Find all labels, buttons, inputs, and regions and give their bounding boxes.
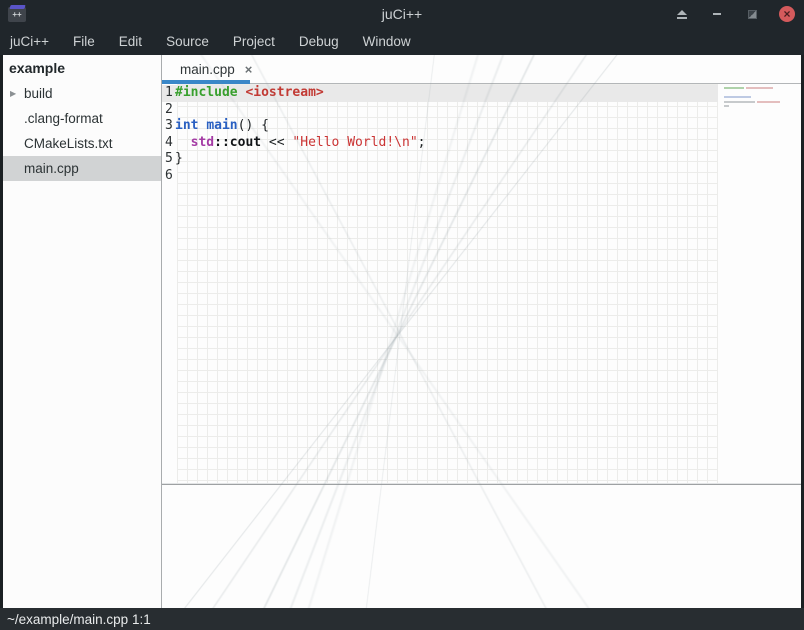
line-number: 1 xyxy=(162,85,175,102)
menu-item-juci[interactable]: juCi++ xyxy=(10,34,49,49)
sidebar: example ▶build .clang-format CMakeLists.tx… xyxy=(3,55,161,608)
menu-item-window[interactable]: Window xyxy=(363,34,411,49)
minimize-icon xyxy=(713,13,721,15)
menu-item-source[interactable]: Source xyxy=(166,34,209,49)
shade-button[interactable] xyxy=(673,5,691,23)
code-line: 4 std::cout << "Hello World!\n"; xyxy=(162,135,718,152)
tree-item-label: .clang-format xyxy=(24,111,103,126)
tab-label: main.cpp xyxy=(180,62,235,77)
line-number: 3 xyxy=(162,118,175,135)
code-token: main xyxy=(206,118,237,135)
tree-item-label: main.cpp xyxy=(24,161,79,176)
tree-item-label: build xyxy=(24,86,53,101)
minimap[interactable] xyxy=(724,87,800,110)
juci-window: ++ juCi++ × juCi++ File Edit Source Project D… xyxy=(0,0,804,630)
status-bar: ~/example/main.cpp 1:1 xyxy=(0,608,804,630)
shade-icon xyxy=(677,10,687,19)
minimap-segment xyxy=(724,101,755,103)
minimize-button[interactable] xyxy=(708,5,726,23)
minimap-segment xyxy=(724,87,744,89)
restore-button[interactable] xyxy=(743,5,761,23)
window-controls: × xyxy=(673,0,796,28)
code-token: () { xyxy=(238,118,269,135)
app-icon-text: ++ xyxy=(12,11,21,19)
title-bar: ++ juCi++ × xyxy=(0,0,804,28)
code-token: int xyxy=(175,118,198,135)
minimap-line xyxy=(724,96,800,98)
line-number: 5 xyxy=(162,151,175,168)
terminal-panel[interactable] xyxy=(162,485,801,608)
line-number: 2 xyxy=(162,102,175,119)
tab-bar: main.cpp × xyxy=(162,55,801,84)
app-icon: ++ xyxy=(8,7,26,22)
code-token: :: xyxy=(214,135,230,152)
line-number: 6 xyxy=(162,168,175,185)
code-token: "Hello World!\n" xyxy=(292,135,417,152)
minimap-line xyxy=(724,92,800,94)
menu-item-file[interactable]: File xyxy=(73,34,95,49)
code-token: <iostream> xyxy=(245,85,323,102)
minimap-segment xyxy=(757,101,780,103)
minimap-line xyxy=(724,105,800,107)
code-token: << xyxy=(261,135,292,152)
tab-close-icon[interactable]: × xyxy=(245,63,253,76)
file-tree: ▶build .clang-format CMakeLists.txt main.cp… xyxy=(3,81,161,181)
menubar: juCi++ File Edit Source Project Debug Window xyxy=(0,28,804,55)
code-token xyxy=(175,135,191,152)
minimap-segment xyxy=(724,105,729,107)
minimap-segment xyxy=(724,96,751,98)
close-icon: × xyxy=(779,6,795,22)
minimap-line xyxy=(724,87,800,89)
close-button[interactable]: × xyxy=(778,5,796,23)
tree-item-build[interactable]: ▶build xyxy=(3,81,161,106)
code-token: std xyxy=(191,135,214,152)
code-line: 2 xyxy=(162,102,718,119)
tree-item-label: CMakeLists.txt xyxy=(24,136,113,151)
code-token: #include xyxy=(175,85,238,102)
editor-column: main.cpp × 1#include <iostream>23int mai… xyxy=(162,55,801,608)
code-line: 3int main() { xyxy=(162,118,718,135)
restore-icon xyxy=(748,10,757,19)
tree-item-CMakeLists-txt[interactable]: CMakeLists.txt xyxy=(3,131,161,156)
code-token xyxy=(238,85,246,102)
menu-item-edit[interactable]: Edit xyxy=(119,34,142,49)
status-file-position: ~/example/main.cpp 1:1 xyxy=(7,612,151,627)
code-line: 6 xyxy=(162,168,718,185)
tree-item-clang-format[interactable]: .clang-format xyxy=(3,106,161,131)
main-area: example ▶build .clang-format CMakeLists.tx… xyxy=(0,55,804,608)
code-token: } xyxy=(175,151,183,168)
code-token: ; xyxy=(418,135,426,152)
tab-main-cpp[interactable]: main.cpp × xyxy=(162,55,264,83)
code-token: cout xyxy=(230,135,261,152)
line-number: 4 xyxy=(162,135,175,152)
code-editor[interactable]: 1#include <iostream>23int main() {4 std:… xyxy=(162,84,801,483)
menu-item-project[interactable]: Project xyxy=(233,34,275,49)
project-folder-name: example xyxy=(3,55,161,81)
code-line: 5} xyxy=(162,151,718,168)
expander-icon[interactable]: ▶ xyxy=(10,89,24,98)
minimap-segment xyxy=(746,87,773,89)
tree-item-main-cpp[interactable]: main.cpp xyxy=(3,156,161,181)
code-token xyxy=(198,118,206,135)
code-line: 1#include <iostream> xyxy=(162,85,718,102)
menu-item-debug[interactable]: Debug xyxy=(299,34,339,49)
code-lines: 1#include <iostream>23int main() {4 std:… xyxy=(162,85,718,185)
minimap-line xyxy=(724,101,800,103)
